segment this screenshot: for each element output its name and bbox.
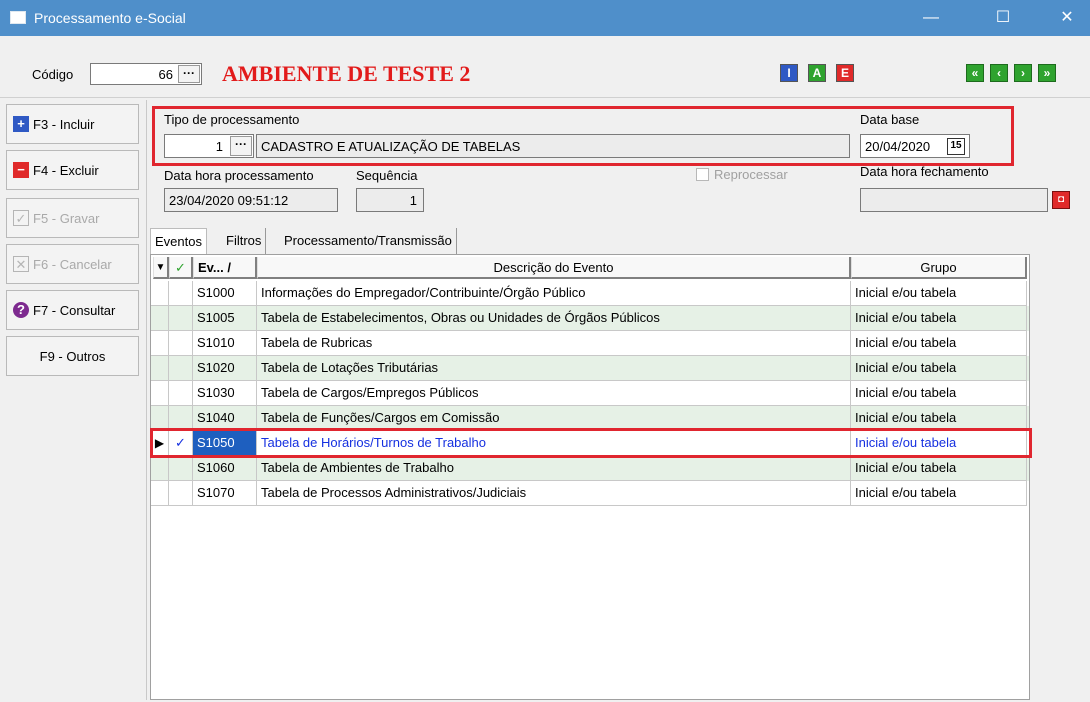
save-button[interactable]: ✓ F5 - Gravar [6,198,139,238]
table-row[interactable]: S1070 Tabela de Processos Administrativo… [151,481,1029,506]
codigo-lookup-button[interactable]: ··· [178,65,200,83]
event-code: S1070 [193,481,257,506]
tab-filtros[interactable]: Filtros [222,228,267,254]
data-hora-proc-field: 23/04/2020 09:51:12 [164,188,338,212]
app-window-icon [10,11,26,24]
nav-next-button[interactable]: › [1014,64,1032,82]
table-row[interactable]: S1060 Tabela de Ambientes de Trabalho In… [151,456,1029,481]
tab-eventos[interactable]: Eventos [150,228,207,255]
event-description: Tabela de Processos Administrativos/Judi… [257,481,851,506]
table-row[interactable]: S1005 Tabela de Estabelecimentos, Obras … [151,306,1029,331]
cancel-button[interactable]: ✕ F6 - Cancelar [6,244,139,284]
minimize-button[interactable]: — [908,0,954,36]
descricao-header[interactable]: Descrição do Evento [257,257,851,279]
close-date-button[interactable]: ◘ [1052,191,1070,209]
table-row[interactable]: S1020 Tabela de Lotações Tributárias Ini… [151,356,1029,381]
event-description: Tabela de Estabelecimentos, Obras ou Uni… [257,306,851,331]
event-code: S1010 [193,331,257,356]
check-header[interactable]: ✓ [169,257,193,279]
others-button[interactable]: F9 - Outros [6,336,139,376]
event-group: Inicial e/ou tabela [851,281,1027,306]
window-title: Processamento e-Social [34,10,186,26]
nav-first-button[interactable]: « [966,64,984,82]
nav-prev-button[interactable]: ‹ [990,64,1008,82]
divider [0,97,1090,98]
event-group: Inicial e/ou tabela [851,331,1027,356]
query-label: F7 - Consultar [33,302,116,318]
plus-icon: + [13,116,29,132]
event-code: S1020 [193,356,257,381]
codigo-label: Código [32,67,74,82]
table-row[interactable]: S1030 Tabela de Cargos/Empregos Públicos… [151,381,1029,406]
delete-button[interactable]: − F4 - Excluir [6,150,139,190]
event-description: Tabela de Cargos/Empregos Públicos [257,381,851,406]
event-code: S1005 [193,306,257,331]
tab-processamento-transmissao[interactable]: Processamento/Transmissão [280,228,457,254]
event-description: Tabela de Lotações Tributárias [257,356,851,381]
event-group: Inicial e/ou tabela [851,381,1027,406]
others-label: F9 - Outros [39,348,106,364]
table-row[interactable]: S1010 Tabela de Rubricas Inicial e/ou ta… [151,331,1029,356]
maximize-button[interactable]: ☐ [980,0,1026,36]
evento-header[interactable]: Ev... / [193,257,257,279]
codigo-field[interactable]: 66 ··· [90,63,202,85]
panel-separator [146,100,147,700]
check-icon: ✓ [13,210,29,226]
reprocessar-label: Reprocessar [714,167,788,182]
table-row[interactable]: S1000 Informações do Empregador/Contribu… [151,281,1029,306]
event-group: Inicial e/ou tabela [851,456,1027,481]
events-grid: ▼ ✓ Ev... / Descrição do Evento Grupo S1… [150,254,1030,700]
insert-mode-button[interactable]: I [780,64,798,82]
cancel-label: F6 - Cancelar [33,256,112,272]
reprocessar-checkbox[interactable] [696,168,709,181]
indicator-header[interactable]: ▼ [153,257,169,279]
data-hora-proc-label: Data hora processamento [164,168,314,183]
event-group: Inicial e/ou tabela [851,481,1027,506]
x-icon: ✕ [13,256,29,272]
delete-mode-button[interactable]: E [836,64,854,82]
title-bar: Processamento e-Social — ☐ ✕ [0,0,1090,36]
data-hora-fech-field [860,188,1048,212]
data-hora-fech-label: Data hora fechamento [860,164,989,179]
event-code: S1000 [193,281,257,306]
highlight-frame-selected-row [150,428,1032,458]
event-group: Inicial e/ou tabela [851,356,1027,381]
grid-header: ▼ ✓ Ev... / Descrição do Evento Grupo [151,255,1029,281]
sequencia-value: 1 [409,193,417,208]
include-label: F3 - Incluir [33,116,95,132]
sequencia-field: 1 [356,188,424,212]
minus-icon: − [13,162,29,178]
include-button[interactable]: + F3 - Incluir [6,104,139,144]
data-hora-proc-value: 23/04/2020 09:51:12 [169,193,289,208]
event-code: S1060 [193,456,257,481]
edit-mode-button[interactable]: A [808,64,826,82]
close-button[interactable]: ✕ [1044,0,1090,36]
ambiente-title: AMBIENTE DE TESTE 2 [222,61,471,86]
sequencia-label: Sequência [356,168,418,183]
query-button[interactable]: ? F7 - Consultar [6,290,139,330]
event-description: Informações do Empregador/Contribuinte/Ó… [257,281,851,306]
event-code: S1030 [193,381,257,406]
highlight-frame-header [152,106,1014,166]
event-description: Tabela de Ambientes de Trabalho [257,456,851,481]
event-description: Tabela de Rubricas [257,331,851,356]
event-group: Inicial e/ou tabela [851,306,1027,331]
save-label: F5 - Gravar [33,210,100,226]
codigo-value: 66 [158,67,173,82]
delete-label: F4 - Excluir [33,162,99,178]
nav-last-button[interactable]: » [1038,64,1056,82]
question-icon: ? [13,302,29,318]
grupo-header[interactable]: Grupo [851,257,1027,279]
